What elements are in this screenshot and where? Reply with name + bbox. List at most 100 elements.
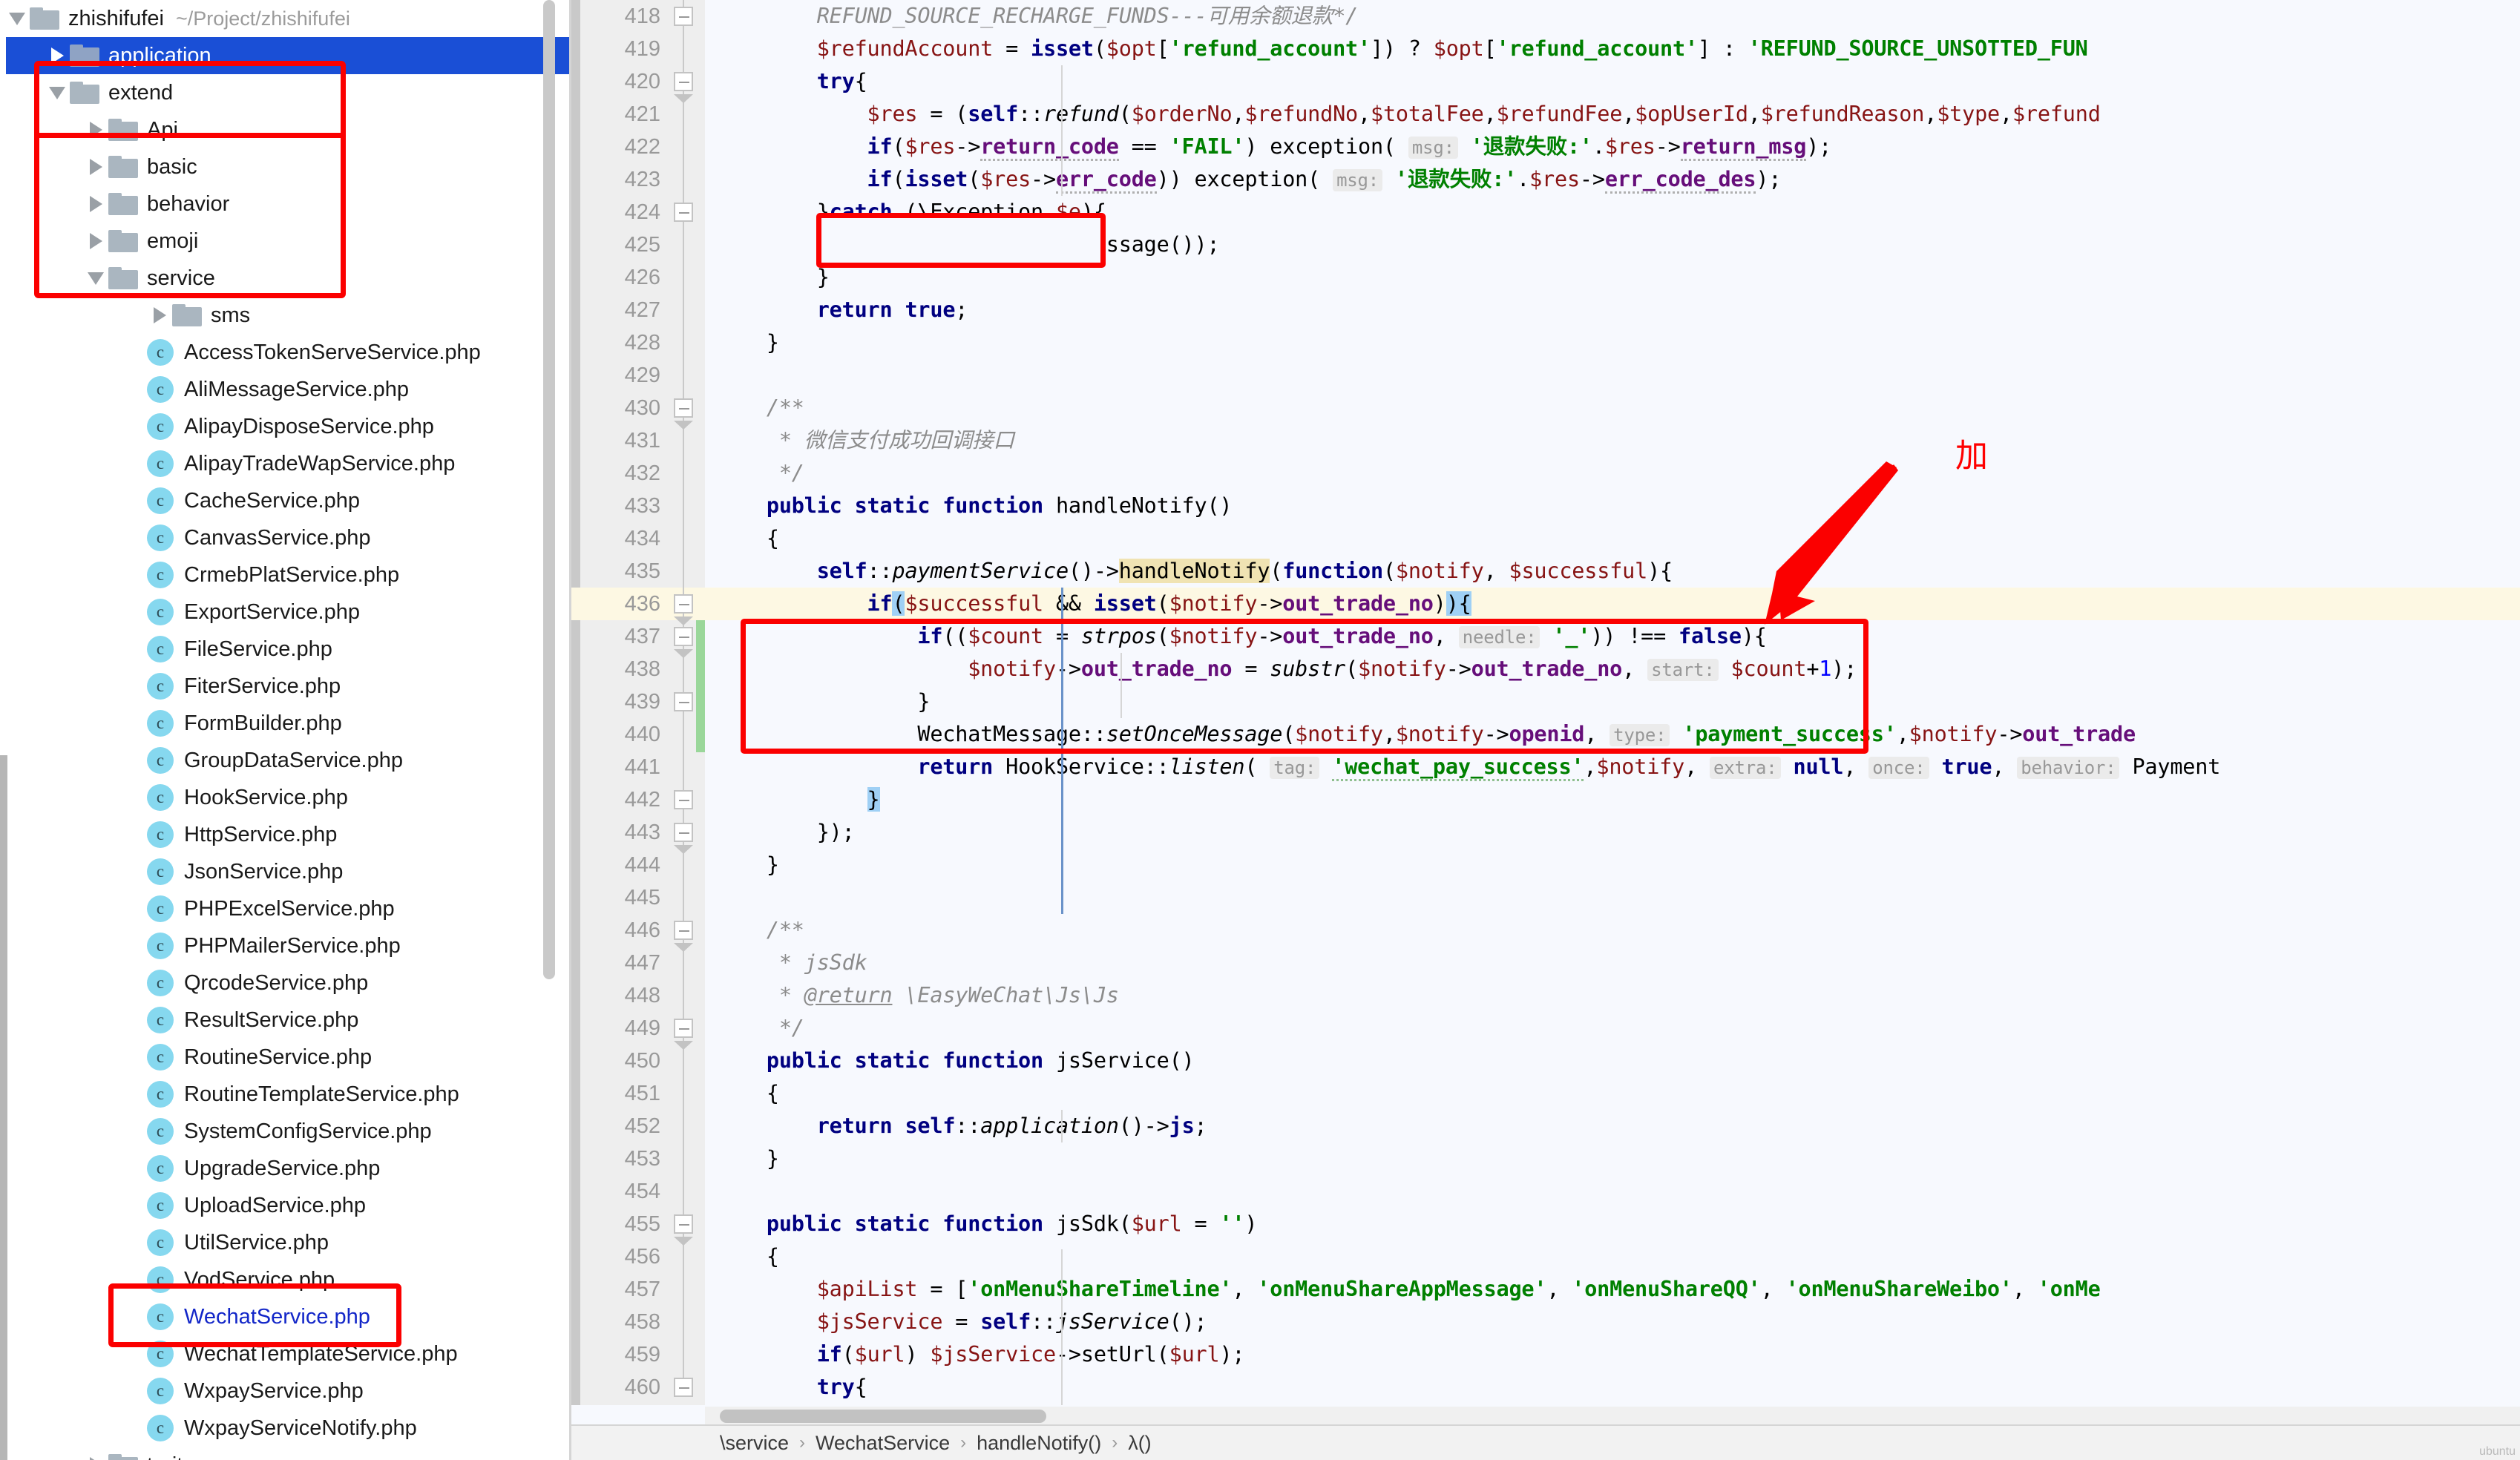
tree-item-alipaytradewapservice-php[interactable]: c AlipayTradeWapService.php <box>0 445 571 482</box>
code-line[interactable]: /** <box>705 914 2520 947</box>
code-line[interactable]: * 微信支付成功回调接口 <box>705 424 2520 457</box>
code-line[interactable]: self::paymentService()->handleNotify(fun… <box>705 555 2520 588</box>
tree-item-wxpayservice-php[interactable]: c WxpayService.php <box>0 1372 571 1410</box>
tree-item-wxpayservicenotify-php[interactable]: c WxpayServiceNotify.php <box>0 1410 571 1447</box>
tree-item-canvasservice-php[interactable]: c CanvasService.php <box>0 519 571 556</box>
tree-item-exportservice-php[interactable]: c ExportService.php <box>0 593 571 631</box>
code-line[interactable]: if($url) $jsService->setUrl($url); <box>705 1338 2520 1371</box>
tree-item-application[interactable]: application <box>0 37 571 74</box>
chevron-right-icon[interactable] <box>83 185 108 223</box>
chevron-right-icon[interactable] <box>83 148 108 185</box>
code-line[interactable]: } <box>705 261 2520 294</box>
tree-item-crmebplatservice-php[interactable]: c CrmebPlatService.php <box>0 556 571 593</box>
tree-item-systemconfigservice-php[interactable]: c SystemConfigService.php <box>0 1113 571 1150</box>
chevron-right-icon[interactable] <box>83 223 108 260</box>
tree-item-cacheservice-php[interactable]: c CacheService.php <box>0 482 571 519</box>
tree-item-service[interactable]: service <box>0 260 571 297</box>
tree-item-api[interactable]: Api <box>0 111 571 148</box>
code-line[interactable]: $jsService = self::jsService(); <box>705 1306 2520 1338</box>
code-line[interactable]: REFUND_SOURCE_RECHARGE_FUNDS---可用余额退款*/ <box>705 0 2520 33</box>
fold-marker-418[interactable] <box>674 7 693 26</box>
chevron-down-icon[interactable] <box>45 74 70 111</box>
code-line[interactable]: } <box>705 1142 2520 1175</box>
tree-item-fileservice-php[interactable]: c FileService.php <box>0 631 571 668</box>
fold-marker-443[interactable] <box>674 823 693 842</box>
code-line[interactable]: if(($count = strpos($notify->out_trade_n… <box>705 620 2520 653</box>
tree-item-alipaydisposeservice-php[interactable]: c AlipayDisposeService.php <box>0 408 571 445</box>
code-line[interactable]: * @return \EasyWeChat\Js\Js <box>705 979 2520 1012</box>
code-line[interactable]: /** <box>705 392 2520 424</box>
code-editor[interactable]: 418 419 420 421 422 423 424 425 426 427 428 429 430 4… <box>571 0 2520 1460</box>
tree-root-zhishifufei[interactable]: zhishifufei ~/Project/zhishifufei <box>0 0 571 37</box>
tree-item-fiterservice-php[interactable]: c FiterService.php <box>0 668 571 705</box>
code-line[interactable]: try{ <box>705 1371 2520 1404</box>
tree-item-uploadservice-php[interactable]: c UploadService.php <box>0 1187 571 1224</box>
fold-marker-437[interactable] <box>674 627 693 646</box>
chevron-right-icon[interactable] <box>83 1447 108 1460</box>
code-line[interactable] <box>705 1175 2520 1208</box>
horizontal-scrollbar-thumb[interactable] <box>720 1410 1046 1423</box>
code-line[interactable]: return HookService::listen( tag: 'wechat… <box>705 751 2520 783</box>
code-content[interactable]: REFUND_SOURCE_RECHARGE_FUNDS---可用余额退款*/ … <box>705 0 2520 1432</box>
code-line[interactable]: } <box>705 326 2520 359</box>
project-sidebar[interactable]: zhishifufei ~/Project/zhishifufei applic… <box>0 0 571 1460</box>
fold-marker-455[interactable] <box>674 1214 693 1234</box>
breadcrumb-item[interactable]: WechatService <box>816 1432 950 1455</box>
chevron-down-icon[interactable] <box>83 260 108 297</box>
fold-marker-420[interactable] <box>674 72 693 91</box>
tree-item-wechattemplateservice-php[interactable]: c WechatTemplateService.php <box>0 1335 571 1372</box>
fold-marker-446[interactable] <box>674 921 693 940</box>
code-line[interactable]: $notify->out_trade_no = substr($notify->… <box>705 653 2520 685</box>
code-line[interactable]: $refundAccount = isset($opt['refund_acco… <box>705 33 2520 65</box>
code-line[interactable]: $apiList = ['onMenuShareTimeline', 'onMe… <box>705 1273 2520 1306</box>
code-line[interactable]: if($successful && isset($notify->out_tra… <box>705 588 2520 620</box>
tree-item-traits[interactable]: traits <box>0 1447 571 1460</box>
code-line[interactable]: }); <box>705 816 2520 849</box>
code-line[interactable]: if($res->return_code == 'FAIL') exceptio… <box>705 131 2520 163</box>
tree-item-vodservice-php[interactable]: c VodService.php <box>0 1261 571 1298</box>
code-line[interactable]: WechatMessage::setOnceMessage($notify,$n… <box>705 718 2520 751</box>
tree-item-groupdataservice-php[interactable]: c GroupDataService.php <box>0 742 571 779</box>
code-line[interactable] <box>705 881 2520 914</box>
code-line[interactable]: */ <box>705 1012 2520 1045</box>
code-line[interactable]: try{ <box>705 65 2520 98</box>
tree-item-utilservice-php[interactable]: c UtilService.php <box>0 1224 571 1261</box>
code-line[interactable]: */ <box>705 457 2520 490</box>
code-line[interactable]: { <box>705 522 2520 555</box>
chevron-right-icon[interactable] <box>45 37 70 74</box>
project-tree[interactable]: zhishifufei ~/Project/zhishifufei applic… <box>0 0 571 1460</box>
vcs-change-marker[interactable] <box>696 620 705 752</box>
tree-item-alimessageservice-php[interactable]: c AliMessageService.php <box>0 371 571 408</box>
tree-item-routinetemplateservice-php[interactable]: c RoutineTemplateService.php <box>0 1076 571 1113</box>
tree-item-phpmailerservice-php[interactable]: c PHPMailerService.php <box>0 927 571 964</box>
sidebar-divider[interactable] <box>569 0 571 1460</box>
code-line[interactable]: } <box>705 685 2520 718</box>
tree-item-jsonservice-php[interactable]: c JsonService.php <box>0 853 571 890</box>
fold-marker-450[interactable] <box>674 1019 693 1038</box>
code-line[interactable]: $res = (self::refund($orderNo,$refundNo,… <box>705 98 2520 131</box>
tree-item-accesstokenserveservice-php[interactable]: c AccessTokenServeService.php <box>0 334 571 371</box>
tree-item-qrcodeservice-php[interactable]: c QrcodeService.php <box>0 964 571 1002</box>
tree-item-wechatservice-php[interactable]: c WechatService.php <box>0 1298 571 1335</box>
fold-marker-430[interactable] <box>674 398 693 418</box>
code-line[interactable]: return true; <box>705 294 2520 326</box>
code-line[interactable]: public static function handleNotify() <box>705 490 2520 522</box>
fold-marker-424[interactable] <box>674 203 693 222</box>
tree-item-emoji[interactable]: emoji <box>0 223 571 260</box>
chevron-right-icon[interactable] <box>147 297 172 334</box>
fold-marker-436[interactable] <box>674 594 693 614</box>
code-line[interactable]: { <box>705 1240 2520 1273</box>
tree-item-formbuilder-php[interactable]: c FormBuilder.php <box>0 705 571 742</box>
fold-marker-439[interactable] <box>674 692 693 711</box>
sidebar-vertical-scrollbar[interactable] <box>543 0 555 979</box>
sidebar-left-scrollbar[interactable] <box>0 755 7 1460</box>
tree-item-extend[interactable]: extend <box>0 74 571 111</box>
breadcrumb-item[interactable]: \service <box>720 1432 789 1455</box>
breadcrumb[interactable]: \service › WechatService › handleNotify() › λ(… <box>571 1424 2520 1460</box>
tree-item-behavior[interactable]: behavior <box>0 185 571 223</box>
code-line[interactable]: return self::application()->js; <box>705 1110 2520 1142</box>
tree-item-httpservice-php[interactable]: c HttpService.php <box>0 816 571 853</box>
chevron-down-icon[interactable] <box>4 0 30 37</box>
code-line[interactable]: if(isset($res->err_code)) exception( msg… <box>705 163 2520 196</box>
tree-item-resultservice-php[interactable]: c ResultService.php <box>0 1002 571 1039</box>
